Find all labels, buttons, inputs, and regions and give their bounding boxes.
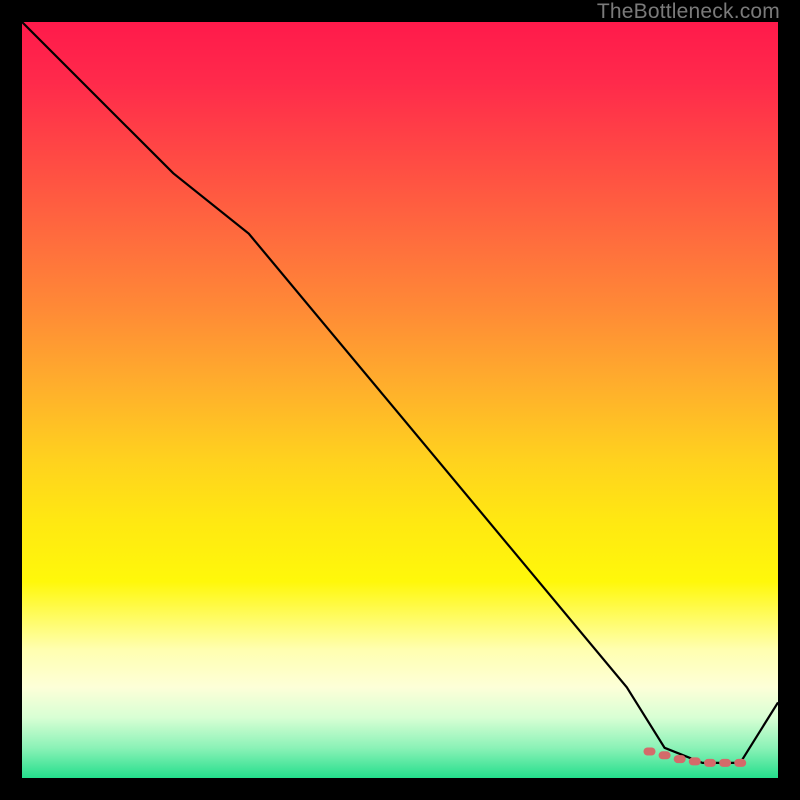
- marker-dot: [704, 759, 716, 767]
- watermark-text: TheBottleneck.com: [597, 0, 780, 24]
- segment-markers: [644, 748, 747, 767]
- marker-dot: [644, 748, 656, 756]
- marker-dot: [689, 757, 701, 765]
- plot-area: [22, 22, 778, 778]
- marker-dot: [674, 755, 686, 763]
- chart-svg: [22, 22, 778, 778]
- marker-dot: [719, 759, 731, 767]
- chart-frame: TheBottleneck.com: [0, 0, 800, 800]
- marker-dot: [659, 751, 671, 759]
- marker-dot: [734, 759, 746, 767]
- curve-line: [22, 22, 778, 763]
- series-curve: [22, 22, 778, 763]
